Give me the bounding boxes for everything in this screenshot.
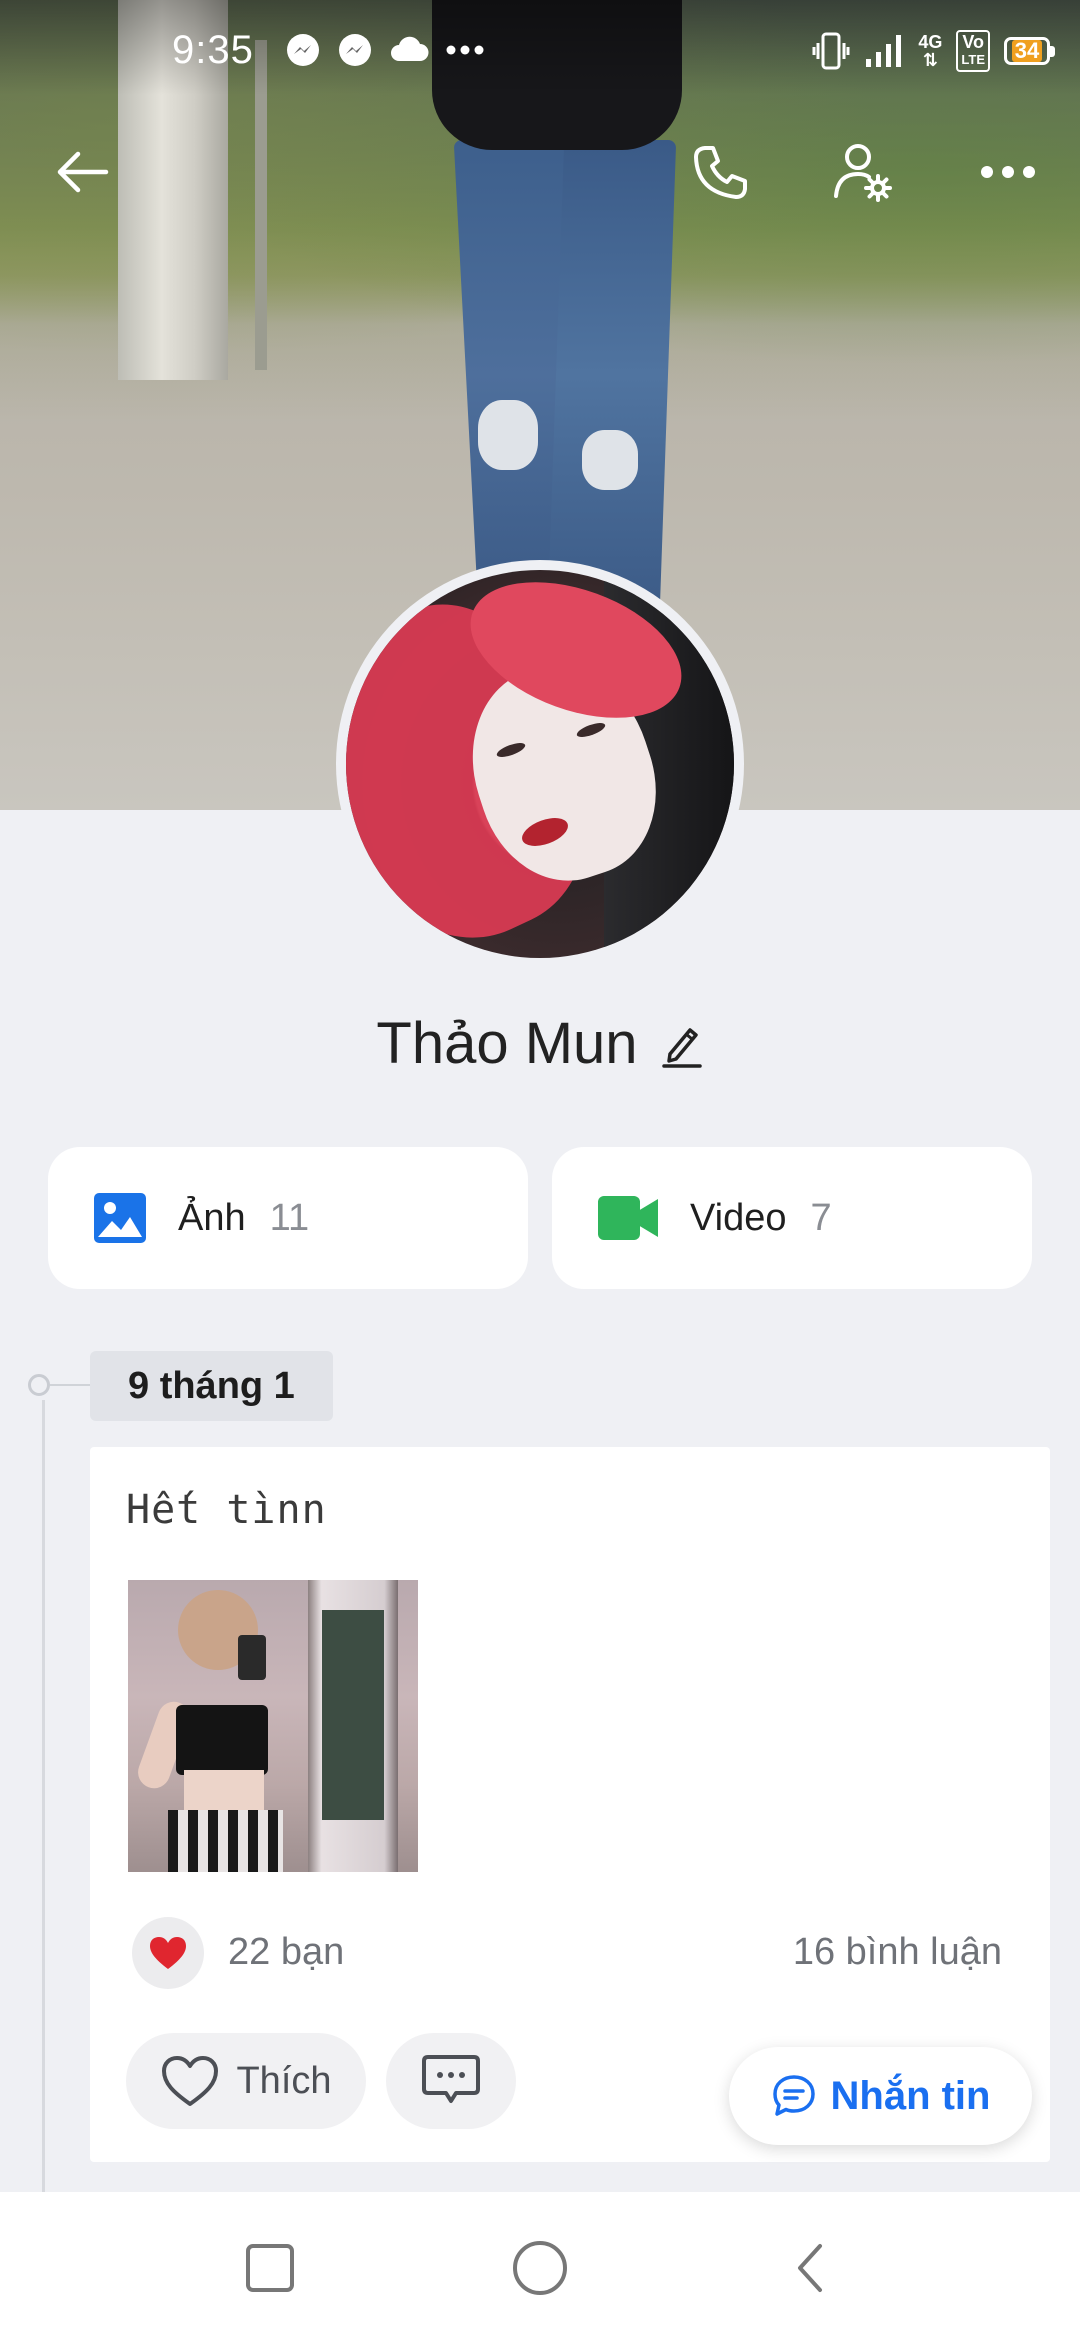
- post-image-skirt: [168, 1810, 283, 1872]
- status-system-icons: 4G ⇅ Vo LTE 34: [812, 30, 1055, 72]
- comments-count[interactable]: 16 bình luận: [793, 1931, 1002, 1974]
- timeline-dot: [28, 1374, 50, 1396]
- vibrate-icon: [812, 32, 850, 70]
- videos-label: Video: [690, 1196, 787, 1239]
- system-navigation-bar: [0, 2192, 1080, 2340]
- avatar-photo: [346, 570, 734, 958]
- call-button[interactable]: [681, 132, 761, 212]
- battery-icon: 34: [1004, 37, 1055, 65]
- 4g-icon: 4G ⇅: [918, 33, 942, 69]
- heart-outline-icon: [162, 2056, 219, 2106]
- square-icon: [246, 2244, 294, 2292]
- likes-count[interactable]: 22 bạn: [228, 1931, 344, 1974]
- comment-button[interactable]: [386, 2033, 516, 2129]
- heart-reaction-icon: [150, 1937, 186, 1969]
- user-settings-icon: [834, 144, 892, 202]
- home-button[interactable]: [500, 2228, 580, 2308]
- volte-bottom-label: LTE: [961, 52, 985, 67]
- more-dots-icon: [446, 45, 484, 55]
- cover-jeans-tear: [582, 430, 638, 490]
- system-back-button[interactable]: [770, 2228, 850, 2308]
- cover-jeans-right: [547, 140, 677, 610]
- phone-icon: [694, 146, 747, 199]
- network-type-label: 4G: [918, 32, 943, 52]
- volte-top-label: Vo: [962, 32, 985, 52]
- status-bar: 9:35 4G ⇅ Vo LTE 34: [0, 0, 1080, 110]
- cloud-icon: [391, 36, 429, 61]
- send-message-button[interactable]: Nhắn tin: [729, 2047, 1032, 2145]
- post-image[interactable]: [128, 1580, 418, 1872]
- status-notification-icons: [285, 32, 485, 68]
- profile-settings-button[interactable]: [824, 132, 904, 212]
- messenger-icon: [339, 34, 371, 66]
- data-arrows: ⇅: [922, 50, 938, 70]
- photos-label: Ảnh: [178, 1196, 246, 1239]
- photos-count: 11: [269, 1196, 310, 1239]
- videos-count: 7: [810, 1196, 832, 1239]
- like-label: Thích: [236, 2059, 332, 2102]
- edit-pencil-icon[interactable]: [660, 1020, 704, 1068]
- comment-icon: [422, 2055, 480, 2103]
- signal-icon: [866, 35, 902, 67]
- more-options-button[interactable]: [968, 132, 1048, 212]
- post-image-top: [176, 1705, 268, 1775]
- timeline-connector: [50, 1384, 90, 1386]
- chat-bubble-icon: [772, 2075, 815, 2116]
- profile-name: Thảo Mun: [376, 1011, 638, 1076]
- profile-name-row: Thảo Mun: [0, 1010, 1080, 1077]
- back-arrow-icon: [57, 151, 109, 193]
- chevron-left-icon: [798, 2244, 822, 2292]
- post-text: Hết tìnn: [126, 1487, 327, 1533]
- recent-apps-button[interactable]: [230, 2228, 310, 2308]
- timeline-date: 9 tháng 1: [90, 1351, 333, 1421]
- volte-icon: Vo LTE: [956, 30, 990, 72]
- send-message-label: Nhắn tin: [830, 2073, 991, 2118]
- photo-icon: [94, 1193, 146, 1243]
- status-time: 9:35: [172, 28, 254, 72]
- post-image-phone: [238, 1635, 266, 1680]
- like-button[interactable]: Thích: [126, 2033, 366, 2129]
- video-icon: [598, 1196, 658, 1240]
- reaction-badge[interactable]: [132, 1917, 204, 1989]
- more-icon: [981, 166, 1035, 178]
- post-image-door-glass: [322, 1610, 384, 1820]
- back-button[interactable]: [42, 132, 122, 212]
- battery-level: 34: [1011, 40, 1043, 62]
- circle-icon: [513, 2241, 567, 2295]
- post-image-waist: [184, 1770, 264, 1815]
- timeline-line: [42, 1400, 45, 2200]
- profile-avatar[interactable]: [336, 560, 744, 968]
- messenger-icon: [287, 34, 319, 66]
- photos-card[interactable]: Ảnh 11: [48, 1147, 528, 1289]
- cover-jeans-tear: [478, 400, 538, 470]
- videos-card[interactable]: Video 7: [552, 1147, 1032, 1289]
